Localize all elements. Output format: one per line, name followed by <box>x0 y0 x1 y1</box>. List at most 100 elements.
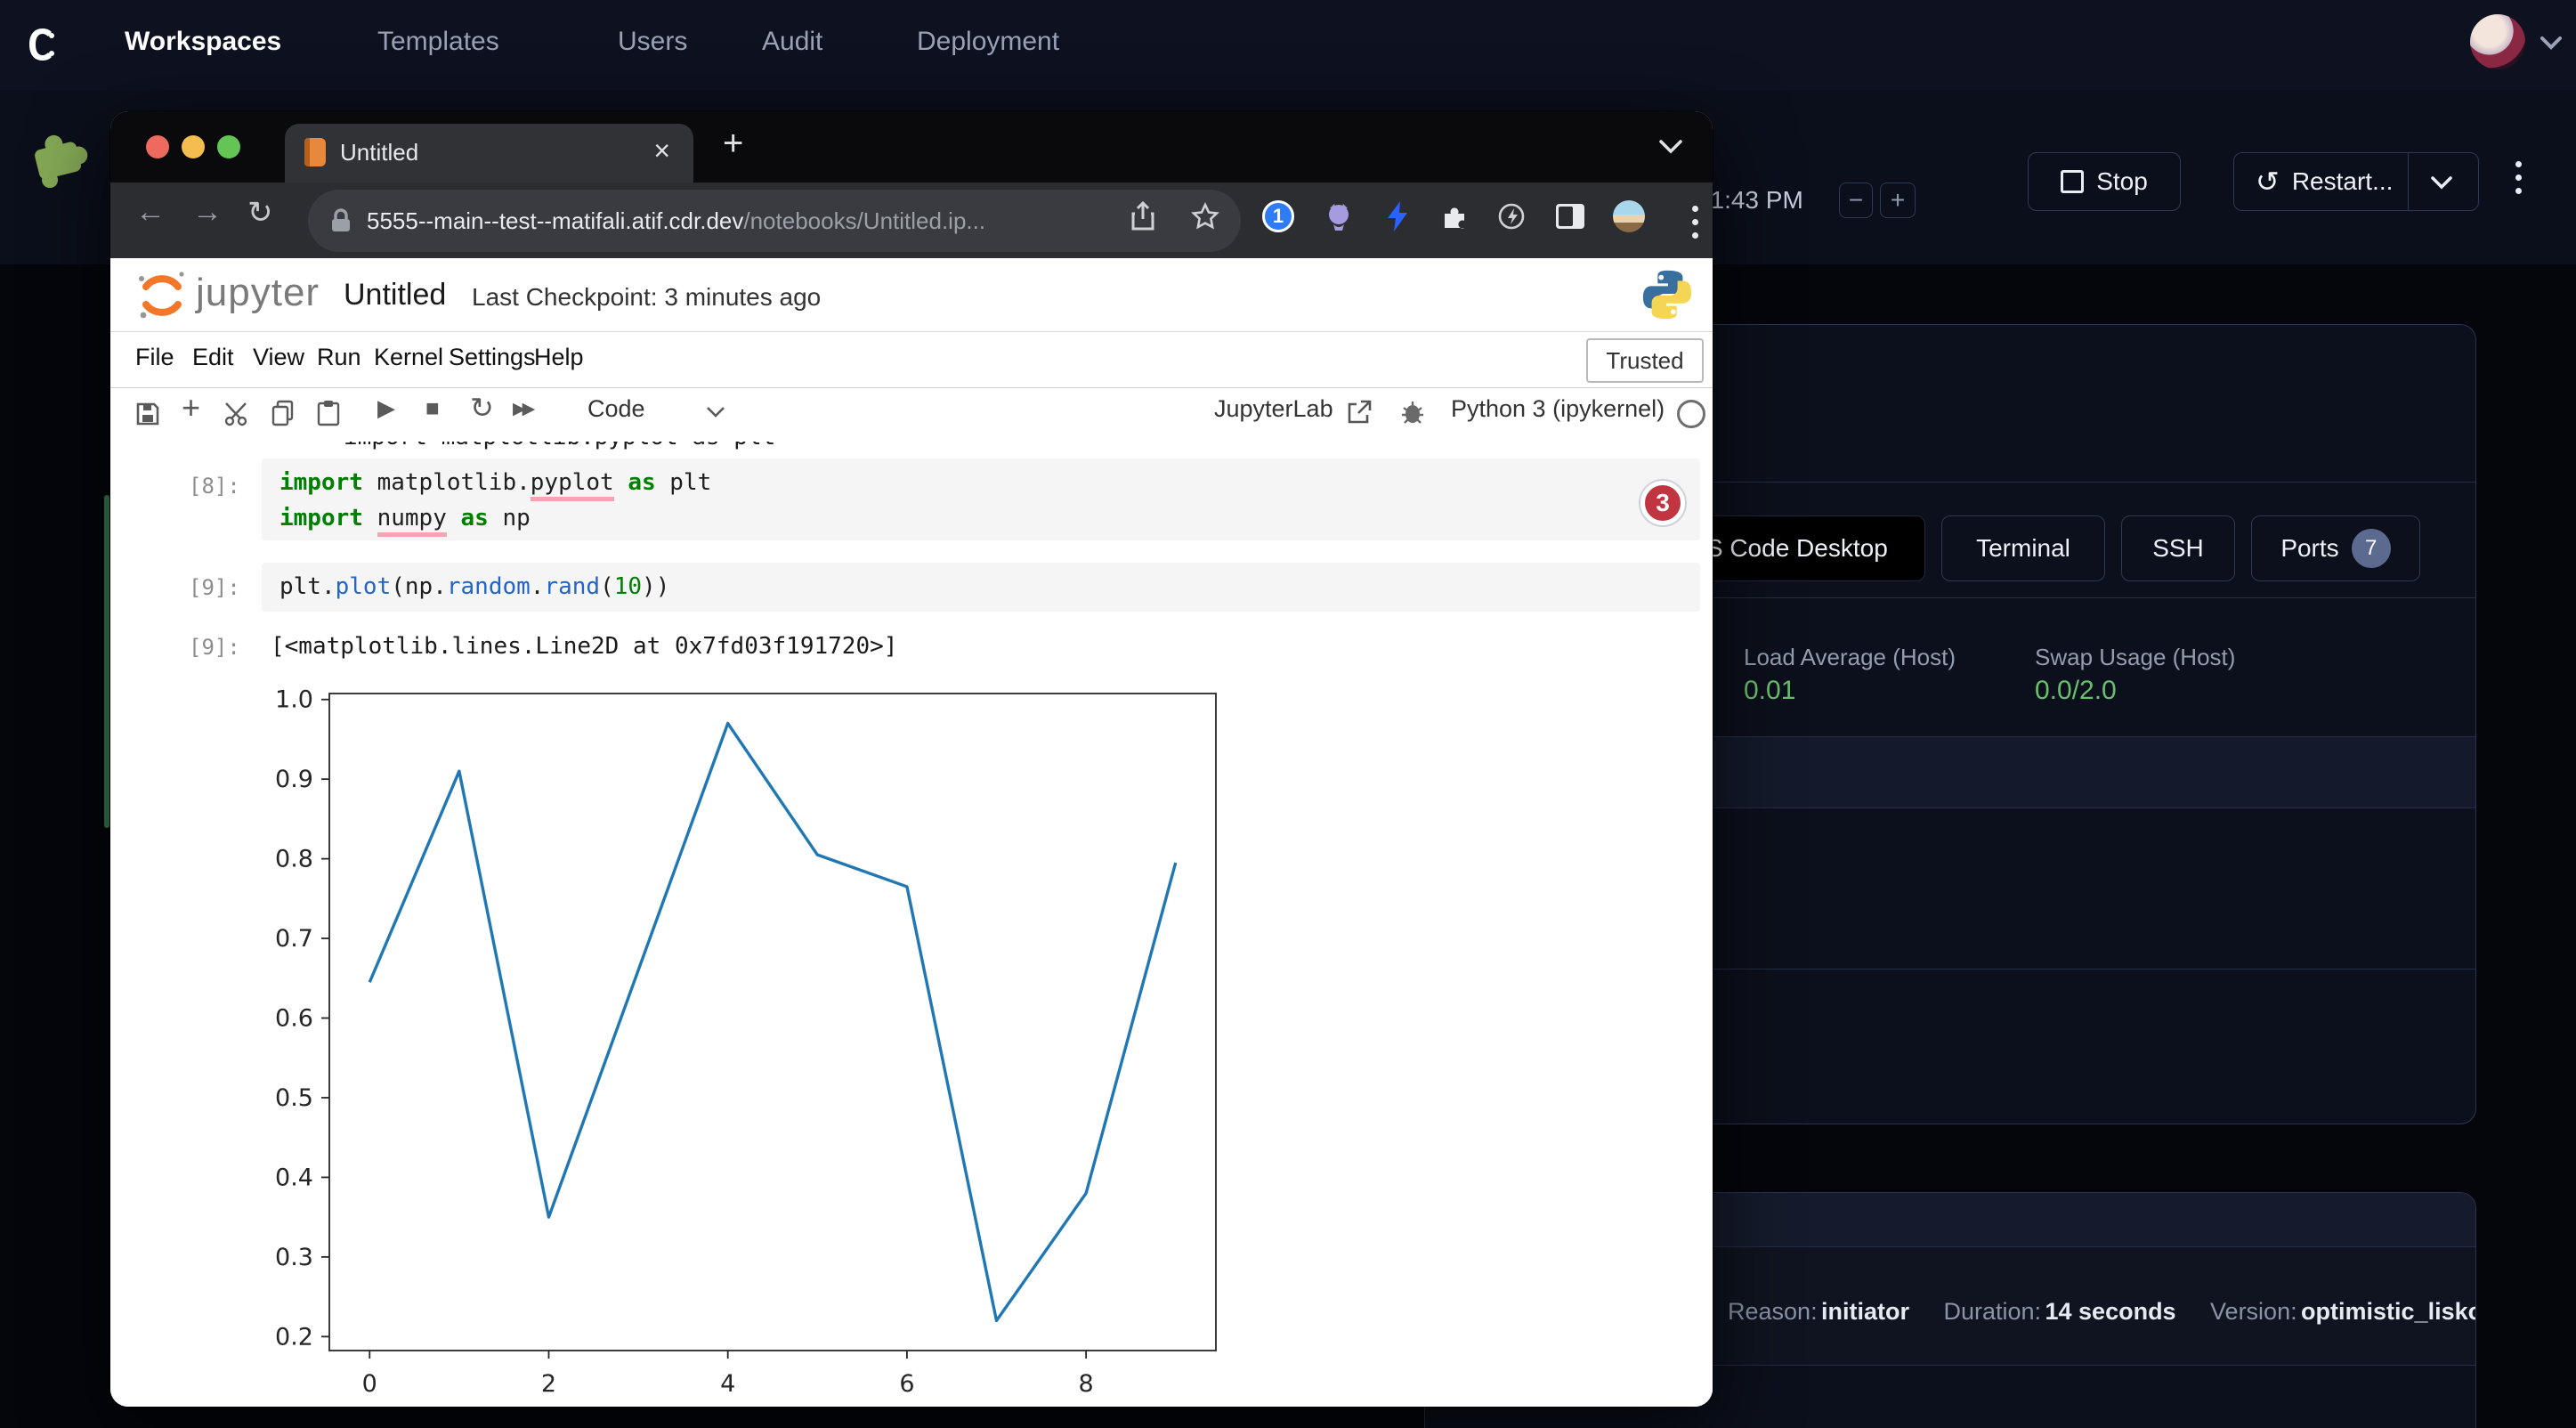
matplotlib-line-plot: 0.20.30.40.50.60.70.80.91.002468 <box>217 681 1374 1393</box>
swap-usage-label: Swap Usage (Host) <box>2035 644 2235 671</box>
github-extension-icon[interactable] <box>1321 199 1357 234</box>
save-icon[interactable] <box>135 402 160 426</box>
version-value: optimistic_liskov9 <box>2301 1298 2476 1325</box>
run-cell-icon[interactable]: ▶ <box>377 394 395 422</box>
svg-text:0.8: 0.8 <box>275 846 313 873</box>
debugger-bug-icon[interactable] <box>1399 399 1426 426</box>
menu-kernel[interactable]: Kernel <box>374 344 443 371</box>
external-link-icon[interactable] <box>1346 399 1373 426</box>
browser-profile-avatar[interactable] <box>1611 199 1647 234</box>
window-minimize-button[interactable] <box>182 135 205 158</box>
stop-button[interactable]: Stop <box>2028 152 2181 211</box>
onepassword-extension-icon[interactable]: 1 <box>1260 199 1296 234</box>
nav-workspaces[interactable]: Workspaces <box>125 27 281 57</box>
build-meta-row[interactable]: Reason: initiator Duration: 14 seconds V… <box>1728 1298 2476 1326</box>
ports-button[interactable]: Ports 7 <box>2251 515 2420 581</box>
nav-deployment[interactable]: Deployment <box>917 27 1059 57</box>
workspace-time: 11:43 PM <box>1698 186 1803 215</box>
add-cell-icon[interactable]: + <box>182 389 200 426</box>
open-jupyterlab-link[interactable]: JupyterLab <box>1214 395 1333 423</box>
forward-button[interactable]: → <box>192 195 223 230</box>
kernel-status-icon <box>1677 400 1705 428</box>
cell-type-dropdown[interactable]: Code <box>587 395 645 423</box>
jupyter-menubar: File Edit View Run Kernel Settings Help … <box>110 331 1713 388</box>
extensions-puzzle-icon[interactable] <box>1437 199 1472 234</box>
share-icon[interactable] <box>1125 199 1161 234</box>
window-close-button[interactable] <box>146 135 169 158</box>
menu-edit[interactable]: Edit <box>192 344 234 371</box>
restart-run-all-icon[interactable]: ▶▶ <box>513 399 531 419</box>
workspace-menu-button[interactable] <box>2515 161 2522 194</box>
last-checkpoint: Last Checkpoint: 3 minutes ago <box>472 283 821 312</box>
code-cell-source[interactable]: import matplotlib.pyplot as pltimport nu… <box>279 465 711 536</box>
back-button[interactable]: ← <box>135 195 166 230</box>
nav-audit[interactable]: Audit <box>762 27 822 57</box>
bookmark-star-icon[interactable] <box>1187 199 1223 234</box>
nav-templates[interactable]: Templates <box>377 27 499 57</box>
terminal-button[interactable]: Terminal <box>1941 515 2105 581</box>
energy-saver-leaf-icon[interactable] <box>1494 199 1529 234</box>
side-panel-icon[interactable] <box>1552 199 1588 234</box>
lightning-extension-icon[interactable] <box>1380 199 1415 234</box>
cell-output-text: [<matplotlib.lines.Line2D at 0x7fd03f191… <box>271 633 897 660</box>
cut-cell-icon[interactable] <box>224 402 251 426</box>
browser-toolbar: ← → ↻ 5555--main--test--matifali.atif.cd… <box>110 183 1713 258</box>
svg-text:2: 2 <box>541 1370 556 1393</box>
jupyter-brand: jupyter <box>196 271 320 315</box>
tab-close-icon[interactable]: × <box>653 134 670 167</box>
top-nav: Workspaces Templates Users Audit Deploym… <box>0 0 2576 91</box>
menu-help[interactable]: Help <box>534 344 584 371</box>
menu-view[interactable]: View <box>253 344 304 371</box>
address-bar[interactable]: 5555--main--test--matifali.atif.cdr.dev/… <box>308 190 1241 252</box>
reason-value: initiator <box>1821 1298 1909 1325</box>
cell-type-chevron-icon[interactable] <box>705 405 726 419</box>
schedule-increase-button[interactable]: + <box>1880 183 1916 218</box>
svg-text:0: 0 <box>362 1370 377 1393</box>
new-tab-button[interactable]: + <box>723 124 743 164</box>
duration-label: Duration: <box>1943 1298 2041 1325</box>
menu-settings[interactable]: Settings <box>449 344 536 371</box>
cell-prompt: [9]: <box>189 575 240 600</box>
svg-text:0.7: 0.7 <box>275 925 313 953</box>
svg-text:8: 8 <box>1079 1370 1094 1393</box>
interrupt-kernel-icon[interactable]: ■ <box>425 394 440 422</box>
url-host: 5555--main--test--matifali.atif.cdr.dev <box>367 207 743 235</box>
code-cell-source[interactable]: plt.plot(np.random.rand(10)) <box>279 569 669 604</box>
restart-options-chevron-icon[interactable] <box>2430 174 2453 191</box>
reload-button[interactable]: ↻ <box>247 195 273 231</box>
paste-cell-icon[interactable] <box>317 400 340 426</box>
user-avatar[interactable] <box>2470 14 2525 69</box>
copy-cell-icon[interactable] <box>271 400 296 426</box>
svg-text:6: 6 <box>899 1370 914 1393</box>
restart-icon: ↺ <box>2256 165 2280 199</box>
notebook-favicon-icon <box>304 138 326 166</box>
clipped-cell[interactable]: import matplotlib.pyplot as plt <box>344 442 1145 452</box>
restart-button[interactable]: ↺ Restart... <box>2233 152 2479 211</box>
svg-text:0.9: 0.9 <box>275 766 313 793</box>
window-maximize-button[interactable] <box>217 135 240 158</box>
notebook-title[interactable]: Untitled <box>344 278 446 312</box>
browser-menu-button[interactable] <box>1677 204 1713 239</box>
duration-value: 14 seconds <box>2045 1298 2176 1325</box>
tab-search-chevron-icon[interactable] <box>1657 138 1684 156</box>
schedule-decrease-button[interactable]: − <box>1839 183 1873 218</box>
build-status-bar <box>104 495 109 828</box>
trusted-button[interactable]: Trusted <box>1586 338 1704 383</box>
ports-count-badge: 7 <box>2352 529 2391 568</box>
browser-window: Untitled × + ← → ↻ 5555--main--test--mat… <box>110 111 1713 1407</box>
jupyter-logo-icon <box>134 267 190 322</box>
coder-logo-icon[interactable] <box>21 23 64 66</box>
kernel-name[interactable]: Python 3 (ipykernel) <box>1451 395 1665 423</box>
swap-usage-value: 0.0/2.0 <box>2035 676 2117 706</box>
browser-tab[interactable]: Untitled × <box>285 124 693 183</box>
button-divider <box>2408 153 2409 210</box>
reason-label: Reason: <box>1728 1298 1818 1325</box>
chevron-down-icon[interactable] <box>2539 34 2564 52</box>
restart-kernel-icon[interactable]: ↻ <box>470 391 494 425</box>
svg-text:0.6: 0.6 <box>275 1005 313 1033</box>
nav-users[interactable]: Users <box>618 27 687 57</box>
jupyter-page: jupyter Untitled Last Checkpoint: 3 minu… <box>110 258 1713 1407</box>
menu-run[interactable]: Run <box>317 344 361 371</box>
menu-file[interactable]: File <box>135 344 174 371</box>
ssh-button[interactable]: SSH <box>2121 515 2235 581</box>
